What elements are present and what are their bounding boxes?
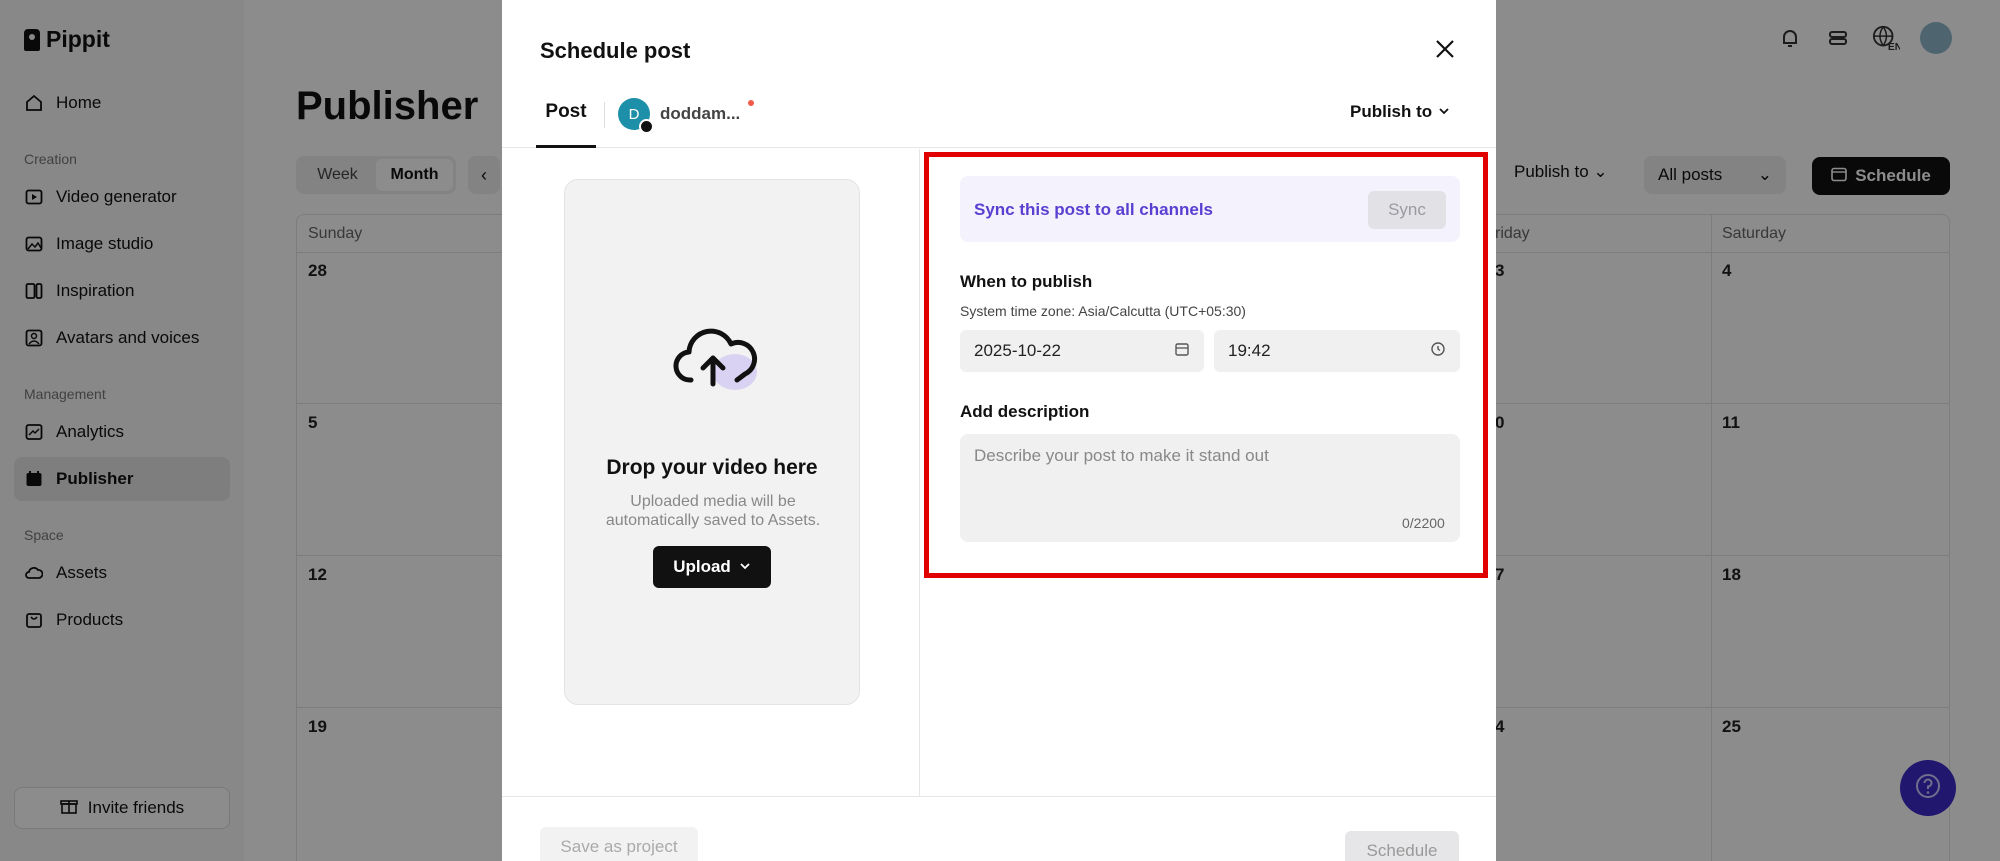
media-column: Drop your video here Uploaded media will…	[502, 149, 920, 797]
account-name: doddam...	[660, 104, 741, 123]
modal-title: Schedule post	[540, 38, 691, 63]
description-label: Add description	[960, 402, 1090, 421]
schedule-post-modal: Schedule post Post D doddam... Publish t…	[502, 0, 1496, 861]
when-to-publish-label: When to publish	[960, 272, 1093, 291]
date-value: 2025-10-22	[974, 341, 1061, 360]
description-input[interactable]	[960, 434, 1460, 542]
time-picker[interactable]: 19:42	[1214, 330, 1460, 372]
sync-text: Sync this post to all channels	[974, 200, 1213, 219]
clock-icon	[1430, 341, 1446, 362]
modal-tabs: Post D doddam... Publish to	[502, 86, 1496, 148]
timezone-text: System time zone: Asia/Calcutta (UTC+05:…	[960, 303, 1246, 319]
account-avatar: D	[618, 98, 654, 134]
chevron-down-icon	[1438, 102, 1450, 122]
schedule-submit-button[interactable]: Schedule	[1345, 831, 1459, 861]
tab-account[interactable]: D doddam...	[618, 98, 754, 134]
video-dropzone[interactable]: Drop your video here Uploaded media will…	[564, 179, 860, 705]
upload-label: Upload	[673, 557, 731, 576]
status-dot	[748, 100, 754, 106]
time-value: 19:42	[1228, 341, 1271, 360]
upload-cloud-icon	[673, 328, 758, 390]
account-initial: D	[628, 105, 640, 123]
sync-panel: Sync this post to all channels Sync	[960, 176, 1460, 242]
modal-footer: Save as project Schedule	[502, 796, 1496, 861]
chevron-down-icon	[739, 557, 751, 577]
upload-button[interactable]: Upload	[653, 546, 771, 588]
dropzone-subtitle: Uploaded media will be automatically sav…	[605, 493, 821, 529]
tab-post[interactable]: Post	[536, 86, 596, 148]
date-picker[interactable]: 2025-10-22	[960, 330, 1204, 372]
close-button[interactable]	[1432, 38, 1458, 64]
publish-to-dropdown[interactable]: Publish to	[1350, 102, 1450, 122]
divider	[604, 102, 605, 128]
tiktok-icon	[639, 119, 654, 134]
character-counter: 0/2200	[1402, 515, 1445, 531]
close-icon	[1434, 38, 1456, 65]
sync-button[interactable]: Sync	[1368, 191, 1446, 229]
calendar-icon	[1174, 341, 1190, 362]
save-as-project-button[interactable]: Save as project	[540, 827, 698, 861]
publish-to-label: Publish to	[1350, 102, 1433, 121]
dropzone-title: Drop your video here	[606, 456, 818, 479]
